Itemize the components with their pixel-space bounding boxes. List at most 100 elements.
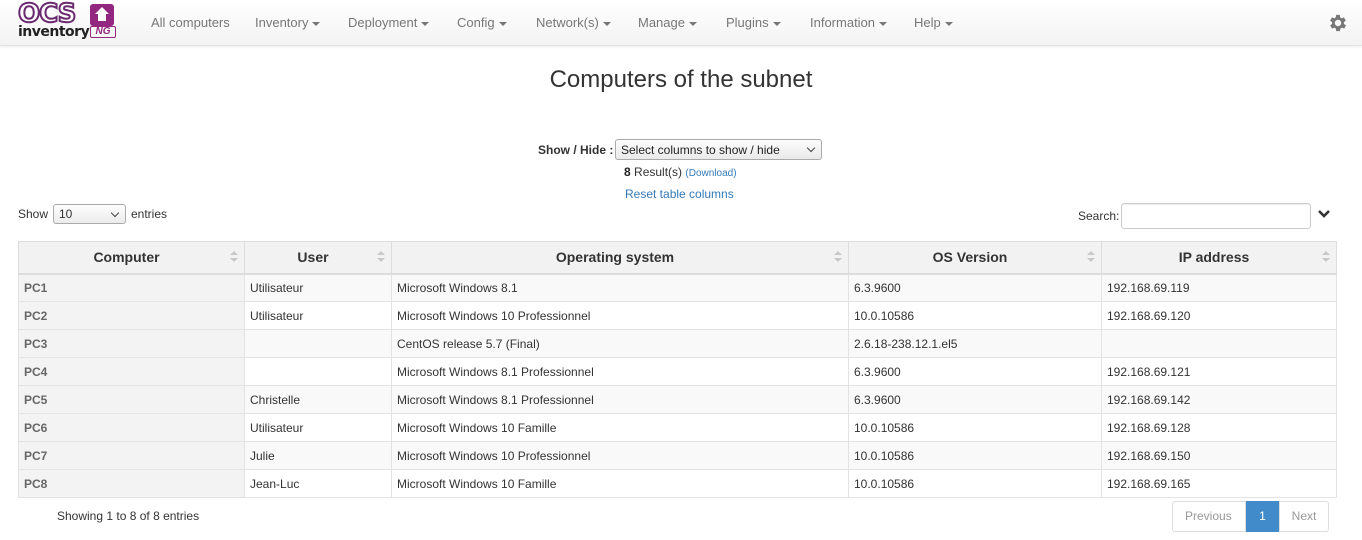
next-page-button[interactable]: Next — [1279, 501, 1329, 532]
nav-label: Plugins — [726, 15, 769, 30]
chevron-down-icon — [806, 143, 816, 153]
cell-ip: 192.168.69.142 — [1101, 385, 1337, 414]
cell-user — [244, 357, 392, 386]
page-1-button[interactable]: 1 — [1246, 501, 1279, 532]
reset-columns-link[interactable]: Reset table columns — [625, 187, 734, 201]
table-row[interactable]: PC3 CentOS release 5.7 (Final) 2.6.18-23… — [18, 329, 1337, 358]
table-header-row: Computer User Operating system OS Versio… — [18, 241, 1337, 275]
ocs-inventory-logo[interactable]: OCS inventory NG — [17, 0, 118, 41]
nav-all-computers[interactable]: All computers — [151, 15, 230, 30]
table-row[interactable]: PC7 Julie Microsoft Windows 10 Professio… — [18, 441, 1337, 470]
page-title: Computers of the subnet — [549, 66, 813, 93]
cell-user: Utilisateur — [244, 273, 392, 302]
sort-icon — [1087, 251, 1095, 263]
top-navbar: OCS inventory NG All computers Inventory… — [0, 0, 1362, 46]
nav-help[interactable]: Help — [914, 15, 953, 30]
nav-manage[interactable]: Manage — [638, 15, 697, 30]
chevron-down-icon — [110, 208, 120, 218]
cell-ip: 192.168.69.121 — [1101, 357, 1337, 386]
caret-down-icon — [688, 21, 697, 26]
cell-os-version: 6.3.9600 — [848, 273, 1102, 302]
cell-user: Jean-Luc — [244, 469, 392, 498]
sort-icon — [377, 251, 385, 263]
nav-information[interactable]: Information — [810, 15, 888, 30]
logo-inventory-text: inventory — [18, 24, 90, 40]
cell-os: Microsoft Windows 8.1 Professionnel — [391, 385, 849, 414]
table-row[interactable]: PC2 Utilisateur Microsoft Windows 10 Pro… — [18, 301, 1337, 330]
chevron-down-icon[interactable] — [1317, 208, 1331, 220]
sort-icon — [834, 251, 842, 263]
column-visibility-value: Select columns to show / hide — [621, 143, 780, 157]
nav-inventory[interactable]: Inventory — [255, 15, 321, 30]
cell-computer[interactable]: PC7 — [18, 441, 245, 470]
cell-computer[interactable]: PC1 — [18, 273, 245, 302]
table-row[interactable]: PC8 Jean-Luc Microsoft Windows 10 Famill… — [18, 469, 1337, 498]
table-row[interactable]: PC5 Christelle Microsoft Windows 8.1 Pro… — [18, 385, 1337, 414]
col-header-operating-system[interactable]: Operating system — [391, 241, 849, 275]
nav-label: Config — [457, 15, 495, 30]
result-summary: 8 Result(s) (Download) — [624, 165, 737, 179]
sort-icon — [1322, 251, 1330, 263]
cell-os: Microsoft Windows 10 Famille — [391, 413, 849, 442]
col-header-ip-address[interactable]: IP address — [1101, 241, 1337, 275]
cell-ip: 192.168.69.128 — [1101, 413, 1337, 442]
nav-networks[interactable]: Network(s) — [536, 15, 611, 30]
col-header-os-version[interactable]: OS Version — [848, 241, 1102, 275]
cell-user: Julie — [244, 441, 392, 470]
sort-icon — [230, 251, 238, 263]
cell-os: Microsoft Windows 10 Professionnel — [391, 301, 849, 330]
table-row[interactable]: PC4 Microsoft Windows 8.1 Professionnel … — [18, 357, 1337, 386]
cell-computer[interactable]: PC3 — [18, 329, 245, 358]
cell-os-version: 6.3.9600 — [848, 385, 1102, 414]
logo-ng-text: NG — [90, 26, 116, 38]
cell-os: Microsoft Windows 10 Professionnel — [391, 441, 849, 470]
entries-label: entries — [131, 207, 168, 221]
caret-down-icon — [498, 21, 507, 26]
entries-per-page-select[interactable]: 10 — [53, 204, 126, 224]
cell-computer[interactable]: PC4 — [18, 357, 245, 386]
cell-computer[interactable]: PC5 — [18, 385, 245, 414]
caret-down-icon — [772, 21, 781, 26]
cell-os-version: 10.0.10586 — [848, 413, 1102, 442]
header-label: Computer — [93, 249, 160, 266]
cell-computer[interactable]: PC8 — [18, 469, 245, 498]
table-info: Showing 1 to 8 of 8 entries — [57, 509, 200, 523]
nav-deployment[interactable]: Deployment — [348, 15, 430, 30]
cell-os: Microsoft Windows 8.1 — [391, 273, 849, 302]
result-count: 8 — [624, 165, 631, 179]
previous-page-button[interactable]: Previous — [1172, 501, 1246, 532]
cell-ip: 192.168.69.120 — [1101, 301, 1337, 330]
col-header-user[interactable]: User — [244, 241, 392, 275]
nav-config[interactable]: Config — [457, 15, 507, 30]
nav-label: Help — [914, 15, 941, 30]
cell-computer[interactable]: PC6 — [18, 413, 245, 442]
nav-plugins[interactable]: Plugins — [726, 15, 781, 30]
table-row[interactable]: PC6 Utilisateur Microsoft Windows 10 Fam… — [18, 413, 1337, 442]
nav-label: Manage — [638, 15, 685, 30]
nav-label: Inventory — [255, 15, 309, 30]
col-header-computer[interactable]: Computer — [18, 241, 245, 275]
cell-computer[interactable]: PC2 — [18, 301, 245, 330]
pagination: Previous 1 Next — [1172, 501, 1329, 532]
cell-user — [244, 329, 392, 358]
caret-down-icon — [421, 21, 430, 26]
logo-house-icon — [90, 4, 114, 26]
header-label: OS Version — [932, 249, 1008, 266]
caret-down-icon — [602, 21, 611, 26]
gear-icon[interactable] — [1327, 12, 1349, 34]
showhide-label: Show / Hide : — [538, 143, 614, 157]
nav-label: All computers — [151, 15, 230, 30]
header-label: IP address — [1178, 249, 1250, 266]
search-input[interactable] — [1121, 203, 1311, 229]
cell-os: Microsoft Windows 10 Famille — [391, 469, 849, 498]
download-link[interactable]: (Download) — [685, 168, 736, 179]
cell-os-version: 6.3.9600 — [848, 357, 1102, 386]
table-row[interactable]: PC1 Utilisateur Microsoft Windows 8.1 6.… — [18, 273, 1337, 302]
computers-table: Computer User Operating system OS Versio… — [18, 241, 1337, 498]
header-label: User — [297, 249, 329, 266]
cell-ip: 192.168.69.119 — [1101, 273, 1337, 302]
column-visibility-select[interactable]: Select columns to show / hide — [615, 139, 822, 160]
caret-down-icon — [879, 21, 888, 26]
caret-down-icon — [944, 21, 953, 26]
nav-label: Deployment — [348, 15, 418, 30]
